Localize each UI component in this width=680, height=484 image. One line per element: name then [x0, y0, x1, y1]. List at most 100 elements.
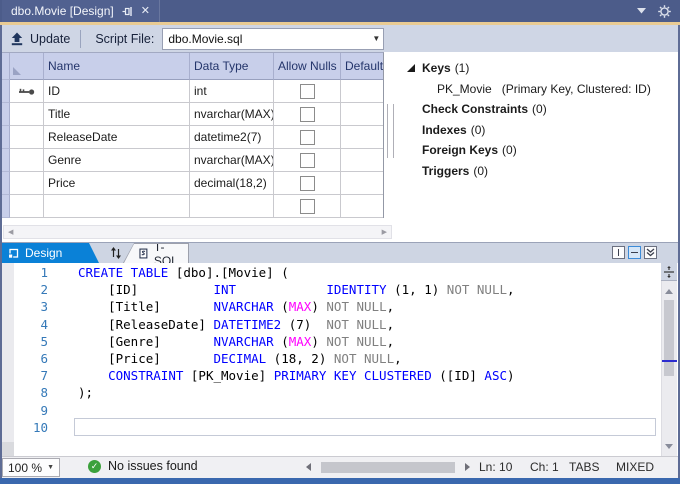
allow-nulls-cell[interactable]: [274, 80, 341, 103]
row-header-column[interactable]: [10, 53, 44, 80]
column-name-cell[interactable]: Genre: [44, 149, 190, 172]
row-indicator-cell[interactable]: [2, 149, 10, 172]
collapse-pane-button[interactable]: [644, 246, 657, 259]
tree-item[interactable]: Indexes(0): [398, 120, 676, 141]
tree-item[interactable]: Foreign Keys(0): [398, 140, 676, 161]
gear-icon[interactable]: [658, 5, 671, 18]
column-header-datatype[interactable]: Data Type: [190, 53, 274, 80]
row-indicator-cell[interactable]: [2, 103, 10, 126]
zoom-level: 100 %: [3, 461, 47, 475]
allow-nulls-checkbox[interactable]: [300, 199, 315, 214]
allow-nulls-checkbox[interactable]: [300, 176, 315, 191]
allow-nulls-checkbox[interactable]: [300, 107, 315, 122]
vertical-scroll-thumb[interactable]: [664, 300, 674, 376]
data-type-cell[interactable]: [190, 195, 274, 218]
tree-item-count: (0): [471, 123, 486, 137]
code-line[interactable]: 8);: [14, 384, 659, 401]
code-line[interactable]: 4 [ReleaseDate] DATETIME2 (7) NOT NULL,: [14, 316, 659, 333]
editor-margin[interactable]: [2, 263, 14, 456]
column-header-name[interactable]: Name: [44, 53, 190, 80]
row-header-cell[interactable]: [10, 172, 44, 195]
zoom-combobox[interactable]: 100 % ▼: [2, 458, 60, 477]
document-tab[interactable]: dbo.Movie [Design] ✕: [2, 0, 160, 22]
row-header-cell[interactable]: [10, 149, 44, 172]
code-lines: 1CREATE TABLE [dbo].[Movie] (2 [ID] INT …: [14, 264, 659, 436]
code-line[interactable]: 9: [14, 402, 659, 419]
pin-icon[interactable]: [122, 6, 133, 17]
scroll-right-icon[interactable]: ▶: [382, 228, 387, 236]
default-value-cell[interactable]: [341, 126, 383, 149]
tab-design[interactable]: Design: [2, 243, 99, 263]
combo-dropdown-icon[interactable]: ▼: [369, 34, 383, 43]
allow-nulls-cell[interactable]: [274, 126, 341, 149]
scroll-up-icon[interactable]: [665, 289, 673, 294]
split-horizontal-button[interactable]: [628, 246, 641, 259]
scroll-down-icon[interactable]: [665, 444, 673, 449]
line-number: 4: [14, 316, 48, 333]
line-number: 7: [14, 367, 48, 384]
allow-nulls-cell[interactable]: [274, 195, 341, 218]
row-header-cell[interactable]: [10, 103, 44, 126]
column-name-cell[interactable]: [44, 195, 190, 218]
swap-panes-button[interactable]: [108, 245, 124, 261]
code-line[interactable]: 7 CONSTRAINT [PK_Movie] PRIMARY KEY CLUS…: [14, 367, 659, 384]
allow-nulls-checkbox[interactable]: [300, 130, 315, 145]
row-indicator-cell[interactable]: [2, 126, 10, 149]
grid-corner-cell[interactable]: [2, 53, 10, 80]
row-header-cell[interactable]: [10, 80, 44, 103]
code-line[interactable]: 1CREATE TABLE [dbo].[Movie] (: [14, 264, 659, 281]
horizontal-scroll-thumb[interactable]: [321, 462, 455, 473]
scroll-left-icon[interactable]: ◀: [8, 228, 13, 236]
grid-horizontal-scrollbar[interactable]: ◀ ▶: [3, 225, 392, 239]
default-value-cell[interactable]: [341, 195, 383, 218]
script-file-combobox[interactable]: dbo.Movie.sql ▼: [162, 28, 384, 50]
column-name-cell[interactable]: ID: [44, 80, 190, 103]
row-indicator-cell[interactable]: [2, 195, 10, 218]
allow-nulls-cell[interactable]: [274, 103, 341, 126]
default-value-cell[interactable]: [341, 172, 383, 195]
code-line[interactable]: 10: [14, 419, 659, 436]
data-type-cell[interactable]: int: [190, 80, 274, 103]
column-name-cell[interactable]: Title: [44, 103, 190, 126]
tree-item[interactable]: Keys(1): [398, 58, 676, 79]
tree-item[interactable]: Triggers(0): [398, 161, 676, 182]
grid-panel-splitter[interactable]: [387, 104, 394, 158]
default-value-cell[interactable]: [341, 103, 383, 126]
hscroll-left-icon[interactable]: [306, 463, 311, 471]
row-indicator-cell[interactable]: [2, 172, 10, 195]
close-icon[interactable]: ✕: [141, 6, 150, 17]
code-line[interactable]: 3 [Title] NVARCHAR (MAX) NOT NULL,: [14, 298, 659, 315]
row-indicator-cell[interactable]: [2, 80, 10, 103]
data-type-cell[interactable]: nvarchar(MAX): [190, 103, 274, 126]
editor-splitter-grip[interactable]: [661, 263, 677, 281]
default-value-cell[interactable]: [341, 80, 383, 103]
allow-nulls-checkbox[interactable]: [300, 153, 315, 168]
split-vertical-button[interactable]: [612, 246, 625, 259]
allow-nulls-cell[interactable]: [274, 172, 341, 195]
column-header-allownulls[interactable]: Allow Nulls: [274, 53, 341, 80]
data-type-cell[interactable]: datetime2(7): [190, 126, 274, 149]
data-type-cell[interactable]: nvarchar(MAX): [190, 149, 274, 172]
tree-child-item[interactable]: PK_Movie(Primary Key, Clustered: ID): [398, 79, 676, 100]
hscroll-right-icon[interactable]: [465, 463, 470, 471]
column-name-cell[interactable]: ReleaseDate: [44, 126, 190, 149]
row-header-cell[interactable]: [10, 195, 44, 218]
row-header-cell[interactable]: [10, 126, 44, 149]
chevron-down-icon[interactable]: [637, 8, 646, 14]
data-type-cell[interactable]: decimal(18,2): [190, 172, 274, 195]
zoom-dropdown-icon[interactable]: ▼: [47, 464, 59, 471]
allow-nulls-checkbox[interactable]: [300, 84, 315, 99]
tree-item[interactable]: Check Constraints(0): [398, 99, 676, 120]
tab-tsql[interactable]: T-SQL: [123, 243, 189, 263]
update-button[interactable]: Update: [2, 27, 80, 50]
code-line[interactable]: 2 [ID] INT IDENTITY (1, 1) NOT NULL,: [14, 281, 659, 298]
column-header-default[interactable]: Default: [341, 53, 383, 80]
allow-nulls-cell[interactable]: [274, 149, 341, 172]
code-line[interactable]: 6 [Price] DECIMAL (18, 2) NOT NULL,: [14, 350, 659, 367]
update-arrow-icon: [10, 32, 24, 46]
code-text: CREATE TABLE [dbo].[Movie] (: [78, 264, 289, 281]
code-line[interactable]: 5 [Genre] NVARCHAR (MAX) NOT NULL,: [14, 333, 659, 350]
default-value-cell[interactable]: [341, 149, 383, 172]
expander-icon[interactable]: [406, 63, 416, 73]
column-name-cell[interactable]: Price: [44, 172, 190, 195]
